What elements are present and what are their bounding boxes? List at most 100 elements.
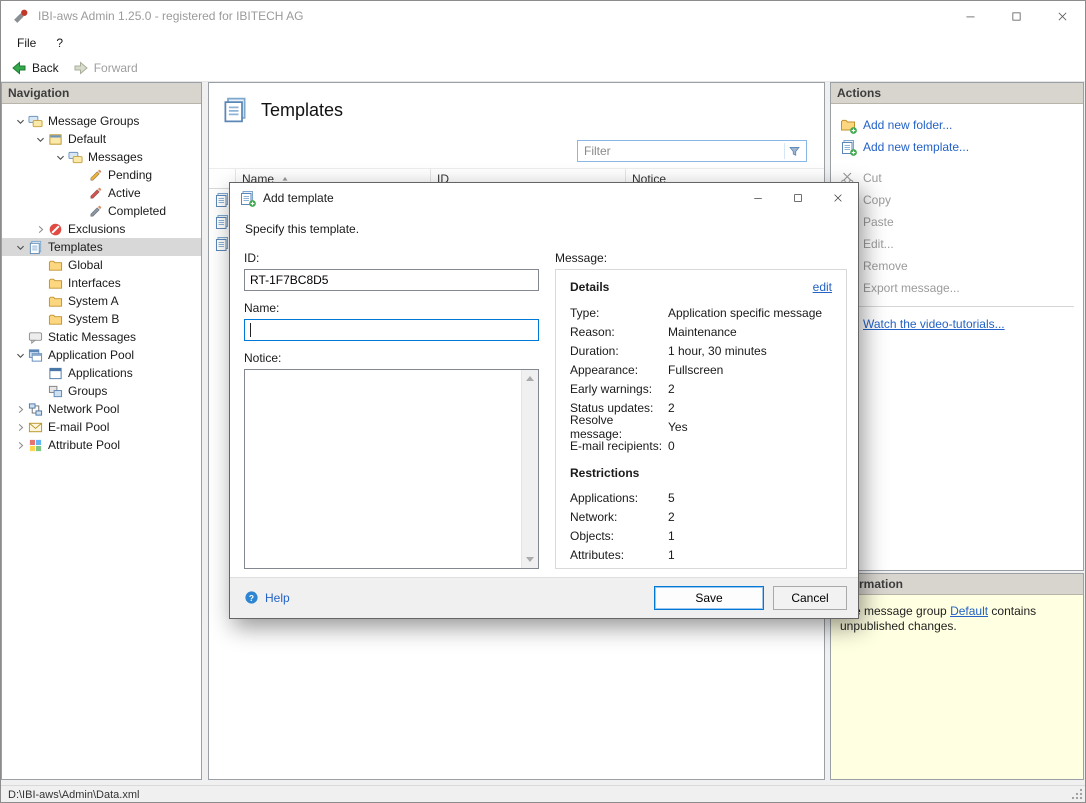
chevron-right-icon[interactable] (32, 221, 48, 237)
forward-label: Forward (93, 61, 138, 75)
detail-value: 2 (668, 381, 675, 396)
tree-item-label: Static Messages (48, 330, 137, 344)
action-label: Add new folder... (863, 118, 953, 132)
detail-row: Reason: Maintenance (570, 322, 832, 341)
name-input[interactable] (244, 319, 539, 341)
filter-box (577, 140, 807, 162)
close-button[interactable] (1039, 1, 1085, 31)
action-add-new-template[interactable]: Add new template... (831, 136, 1083, 158)
detail-row: Duration: 1 hour, 30 minutes (570, 341, 832, 360)
dialog-maximize-button[interactable] (778, 183, 818, 213)
tree-item-active[interactable]: Active (2, 184, 201, 202)
action-copy[interactable]: Copy (831, 189, 1083, 211)
help-label: Help (265, 590, 290, 605)
tree-item-system-b[interactable]: System B (2, 310, 201, 328)
tree-item-system-a[interactable]: System A (2, 292, 201, 310)
network-pool-icon (28, 402, 43, 417)
pencil-active-icon (88, 186, 103, 201)
action-export-message[interactable]: Export message... (831, 277, 1083, 299)
template-icon (214, 214, 230, 230)
tree-item-application-pool[interactable]: Application Pool (2, 346, 201, 364)
tree-item-label: Global (68, 258, 103, 272)
tree-item-network-pool[interactable]: Network Pool (2, 400, 201, 418)
notice-text[interactable] (245, 370, 521, 568)
dialog-close-button[interactable] (818, 183, 858, 213)
folder-icon (48, 276, 63, 291)
tree-item-label: Applications (68, 366, 133, 380)
chevron-down-icon[interactable] (12, 239, 28, 255)
message-label: Message: (555, 251, 608, 265)
resize-grip[interactable] (1071, 788, 1083, 800)
action-cut[interactable]: Cut (831, 167, 1083, 189)
filter-input[interactable] (578, 144, 784, 158)
chevron-down-icon[interactable] (12, 113, 28, 129)
chevron-down-icon[interactable] (12, 347, 28, 363)
video-tutorials-link[interactable]: Watch the video-tutorials... (831, 313, 1083, 335)
template-plus-icon (840, 139, 856, 155)
forward-button[interactable]: Forward (73, 60, 138, 76)
chevron-right-icon[interactable] (12, 437, 28, 453)
edit-link[interactable]: edit (813, 280, 832, 294)
menu-file[interactable]: File (7, 31, 46, 55)
add-template-icon (239, 190, 255, 206)
action-edit[interactable]: Edit... (831, 233, 1083, 255)
tree-item-pending[interactable]: Pending (2, 166, 201, 184)
menu-help[interactable]: ? (46, 31, 73, 55)
chevron-right-icon[interactable] (12, 419, 28, 435)
detail-value: 0 (668, 438, 675, 453)
applications-icon (48, 366, 63, 381)
tree-item-static-messages[interactable]: Static Messages (2, 328, 201, 346)
tree-item-label: Messages (88, 150, 143, 164)
template-icon (214, 192, 230, 208)
details-rows: Type: Application specific message Reason:… (570, 303, 832, 455)
default-group-link[interactable]: Default (950, 604, 988, 618)
tree-item-interfaces[interactable]: Interfaces (2, 274, 201, 292)
detail-row: Resolve message: Yes (570, 413, 832, 441)
notice-label: Notice: (244, 351, 282, 365)
back-button[interactable]: Back (11, 60, 59, 76)
tree-item-completed[interactable]: Completed (2, 202, 201, 220)
chevron-right-icon[interactable] (12, 401, 28, 417)
folder-icon (48, 258, 63, 273)
tree-item-e-mail-pool[interactable]: E-mail Pool (2, 418, 201, 436)
filter-funnel-icon[interactable] (784, 143, 804, 159)
scroll-track[interactable] (522, 387, 538, 551)
tree-item-default[interactable]: Default (2, 130, 201, 148)
tree-item-message-groups[interactable]: Message Groups (2, 112, 201, 130)
action-add-new-folder[interactable]: Add new folder... (831, 114, 1083, 136)
minimize-button[interactable] (947, 1, 993, 31)
action-remove[interactable]: Remove (831, 255, 1083, 277)
scroll-down-icon[interactable] (522, 551, 538, 568)
save-button[interactable]: Save (654, 586, 764, 610)
dialog-title: Add template (263, 191, 334, 205)
tree-item-attribute-pool[interactable]: Attribute Pool (2, 436, 201, 454)
page-title: Templates (261, 100, 344, 120)
pencil-pending-icon (88, 168, 103, 183)
dialog-subtitle: Specify this template. (245, 222, 360, 236)
help-link[interactable]: Help (244, 590, 290, 605)
chevron-down-icon[interactable] (52, 149, 68, 165)
chevron-down-icon[interactable] (32, 131, 48, 147)
detail-label: Duration: (570, 343, 619, 358)
action-label: Edit... (863, 237, 894, 251)
tree-item-groups[interactable]: Groups (2, 382, 201, 400)
detail-label: Objects: (570, 528, 615, 543)
menu-bar: File ? (1, 31, 1085, 55)
notice-textarea[interactable] (244, 369, 539, 569)
action-paste[interactable]: Paste (831, 211, 1083, 233)
dialog-minimize-button[interactable] (738, 183, 778, 213)
scroll-up-icon[interactable] (522, 370, 538, 387)
tree-item-global[interactable]: Global (2, 256, 201, 274)
groups-icon (48, 384, 63, 399)
notice-scrollbar[interactable] (521, 370, 538, 568)
tree-item-templates[interactable]: Templates (2, 238, 201, 256)
id-input[interactable] (244, 269, 539, 291)
tree-item-exclusions[interactable]: Exclusions (2, 220, 201, 238)
tree-item-applications[interactable]: Applications (2, 364, 201, 382)
maximize-button[interactable] (993, 1, 1039, 31)
tree-item-messages[interactable]: Messages (2, 148, 201, 166)
cancel-button[interactable]: Cancel (773, 586, 847, 610)
